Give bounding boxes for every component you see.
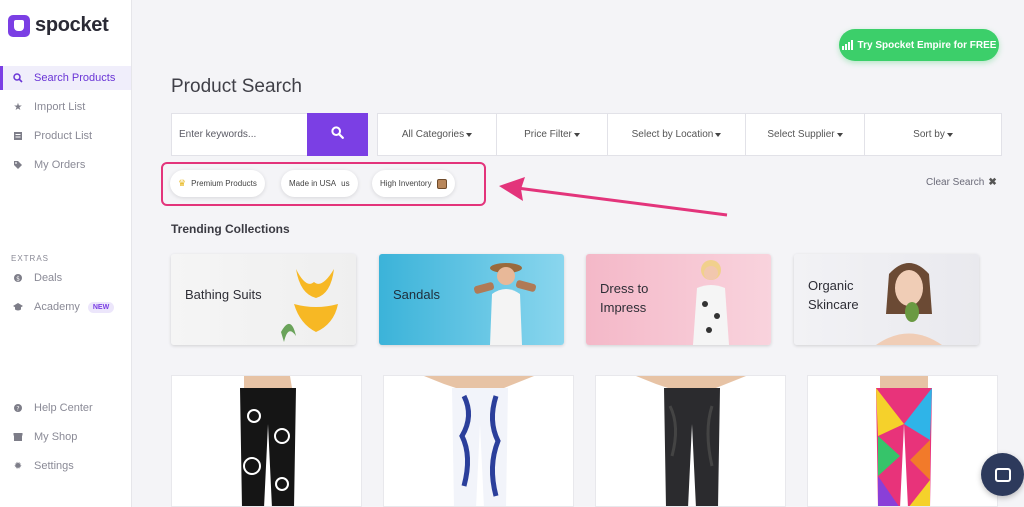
filter-label: Select by Location — [631, 129, 714, 140]
list-icon — [12, 130, 24, 142]
extras-heading: EXTRAS — [11, 254, 50, 263]
sidebar-item-search-products[interactable]: Search Products — [0, 66, 131, 90]
model-skincare-image — [876, 263, 942, 345]
keyword-search-input[interactable] — [171, 113, 307, 156]
pointer-arrow — [499, 177, 728, 217]
search-icon — [12, 72, 24, 84]
deals-icon: $ — [12, 272, 24, 284]
made-in-usa-chip[interactable]: Made in USA us — [281, 170, 358, 197]
collection-label: Skincare — [808, 297, 859, 312]
sidebar-item-label: Help Center — [34, 402, 93, 414]
sidebar-item-label: Product List — [34, 130, 93, 142]
filter-label: Select Supplier — [767, 129, 835, 140]
clear-search-label: Clear Search — [926, 177, 985, 188]
bikini-image — [281, 269, 338, 342]
sidebar-item-deals[interactable]: $ Deals — [0, 266, 131, 290]
caret-down-icon — [715, 132, 722, 137]
academy-icon — [12, 301, 24, 313]
chip-label: Made in USA — [289, 179, 337, 188]
sort-by-dropdown[interactable]: Sort by — [865, 114, 1001, 155]
sidebar-item-label: Settings — [34, 460, 74, 472]
product-image-dark-grey-leggings — [636, 376, 746, 506]
collection-label: Sandals — [393, 287, 440, 302]
filter-label: All Categories — [401, 129, 465, 140]
caret-down-icon — [573, 132, 580, 137]
product-image-blue-white-leggings — [424, 376, 534, 506]
caret-down-icon — [836, 132, 843, 137]
sidebar-item-label: My Orders — [34, 159, 86, 171]
collection-organic-skincare[interactable]: Organic Skincare — [794, 254, 979, 345]
sidebar-item-label: Academy — [34, 301, 80, 313]
sidebar-item-label: Import List — [34, 101, 86, 113]
product-image-black-paisley-leggings — [240, 376, 296, 506]
logo[interactable]: spocket — [8, 14, 109, 37]
sidebar-item-import-list[interactable]: ★ Import List — [0, 95, 131, 119]
model-sandals-image — [473, 263, 537, 345]
product-card[interactable] — [807, 375, 998, 507]
collection-dress-to-impress[interactable]: Dress to Impress — [586, 254, 771, 345]
sidebar: spocket Search Products ★ Import List Pr… — [0, 0, 132, 507]
chat-bubble-icon — [994, 467, 1011, 482]
logo-text: spocket — [35, 14, 109, 36]
help-icon: ? — [12, 402, 24, 414]
chip-label: Premium Products — [191, 179, 257, 188]
collection-sandals[interactable]: Sandals — [379, 254, 564, 345]
caret-down-icon — [946, 132, 953, 137]
search-button[interactable] — [307, 113, 368, 156]
shop-icon — [12, 431, 24, 443]
logo-icon — [8, 14, 30, 37]
collection-label: Dress to — [600, 281, 649, 296]
sidebar-item-label: Search Products — [34, 72, 116, 84]
box-icon — [436, 178, 447, 189]
product-card[interactable] — [383, 375, 574, 507]
collection-bathing-suits[interactable]: Bathing Suits — [171, 254, 356, 345]
supplier-dropdown[interactable]: Select Supplier — [746, 114, 865, 155]
model-dress-image — [693, 260, 729, 345]
star-icon: ★ — [13, 101, 23, 113]
svg-text:$: $ — [16, 276, 20, 283]
product-card[interactable] — [171, 375, 362, 507]
sidebar-item-my-shop[interactable]: My Shop — [0, 425, 131, 449]
page-title: Product Search — [171, 76, 302, 97]
try-empire-label: Try Spocket Empire for FREE — [857, 39, 997, 51]
sidebar-item-help-center[interactable]: ? Help Center — [0, 396, 131, 420]
product-image-rainbow-leggings — [876, 376, 932, 506]
chat-button[interactable] — [981, 453, 1024, 496]
collection-label: Organic — [808, 278, 854, 293]
sidebar-item-label: My Shop — [34, 431, 78, 443]
sidebar-item-product-list[interactable]: Product List — [0, 124, 131, 148]
filter-bar: All Categories Price Filter Select by Lo… — [377, 113, 1002, 156]
gear-icon: ✹ — [13, 460, 23, 472]
filter-label: Price Filter — [524, 129, 572, 140]
crown-icon: ♛ — [178, 178, 187, 188]
us-flag-icon: us — [341, 179, 350, 188]
chart-bars-icon — [841, 40, 853, 50]
collection-label: Bathing Suits — [185, 287, 262, 302]
search-icon — [331, 125, 344, 144]
tag-icon — [12, 159, 24, 171]
product-card[interactable] — [595, 375, 786, 507]
caret-down-icon — [466, 132, 473, 137]
search-bar: All Categories Price Filter Select by Lo… — [171, 113, 1002, 156]
sidebar-item-my-orders[interactable]: My Orders — [0, 153, 131, 177]
chip-label: High Inventory — [380, 179, 432, 188]
try-empire-button[interactable]: Try Spocket Empire for FREE — [839, 29, 999, 61]
premium-products-chip[interactable]: ♛ Premium Products — [170, 170, 265, 197]
clear-search-button[interactable]: Clear Search ✖ — [926, 177, 997, 188]
filter-label: Sort by — [913, 129, 945, 140]
new-badge: NEW — [87, 301, 115, 313]
all-categories-dropdown[interactable]: All Categories — [378, 114, 497, 155]
sidebar-item-settings[interactable]: ✹ Settings — [0, 454, 131, 478]
high-inventory-chip[interactable]: High Inventory — [372, 170, 455, 197]
close-icon: ✖ — [988, 177, 997, 188]
trending-title: Trending Collections — [171, 222, 290, 236]
collection-label: Impress — [600, 300, 647, 315]
location-dropdown[interactable]: Select by Location — [608, 114, 746, 155]
svg-text:?: ? — [16, 406, 19, 413]
price-filter-dropdown[interactable]: Price Filter — [497, 114, 608, 155]
sidebar-item-label: Deals — [34, 272, 63, 284]
sidebar-item-academy[interactable]: Academy NEW — [0, 295, 131, 319]
